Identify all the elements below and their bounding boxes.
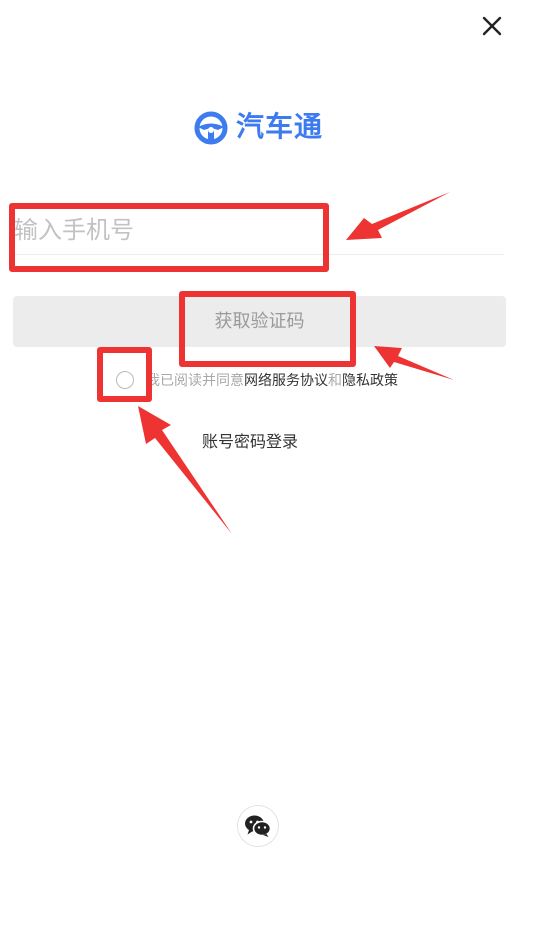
phone-number-input[interactable] (14, 206, 504, 255)
wechat-icon (245, 815, 272, 837)
annotation-arrow-agree (138, 406, 232, 534)
wechat-login-button[interactable] (237, 805, 279, 847)
close-button[interactable] (476, 10, 508, 42)
app-logo: 汽车通 (192, 106, 323, 148)
get-code-button[interactable]: 获取验证码 (13, 296, 506, 347)
agree-and: 和 (328, 373, 342, 389)
password-login-link[interactable]: 账号密码登录 (0, 428, 500, 452)
get-code-label: 获取验证码 (214, 311, 305, 332)
app-name: 汽车通 (236, 110, 324, 143)
close-icon (482, 16, 502, 36)
agree-radio[interactable] (116, 371, 134, 389)
steering-wheel-icon (194, 111, 228, 145)
agree-prefix: 我已阅读并同意 (146, 373, 244, 389)
privacy-link[interactable]: 隐私政策 (342, 370, 398, 390)
terms-link[interactable]: 网络服务协议 (244, 370, 328, 390)
agreement-row: 我已阅读并同意 网络服务协议 和 隐私政策 (116, 369, 398, 391)
